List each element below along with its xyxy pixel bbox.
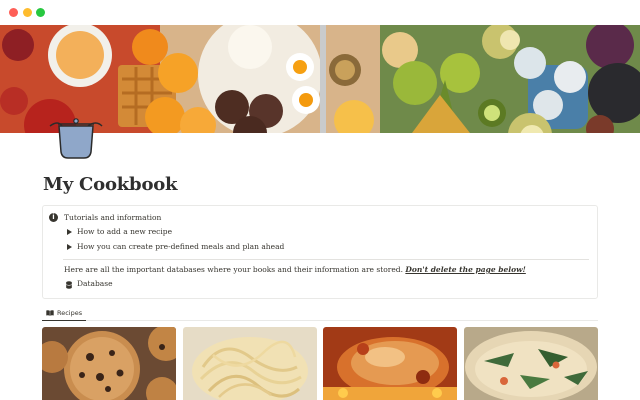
breakfast-cover-image <box>0 25 640 133</box>
view-tabbar: Recipes <box>42 305 598 321</box>
window-titlebar <box>0 0 640 25</box>
page-title[interactable]: My Cookbook <box>43 174 178 195</box>
roasted-chicken-image <box>323 327 457 400</box>
divider <box>63 259 589 260</box>
cooking-pot-icon[interactable] <box>48 118 104 160</box>
toggle-arrow-icon[interactable] <box>67 244 72 250</box>
window-minimize-button[interactable] <box>23 8 32 17</box>
callout-warning: Don't delete the page below! <box>405 265 526 274</box>
chocolate-chip-cookies-image <box>42 327 176 400</box>
recipe-card[interactable] <box>323 327 457 400</box>
info-icon: i <box>49 213 58 222</box>
creamy-soup-image <box>464 327 598 400</box>
recipe-card[interactable] <box>42 327 176 400</box>
database-icon <box>66 281 72 289</box>
spaghetti-pasta-image <box>183 327 317 400</box>
tab-label: Recipes <box>57 308 83 317</box>
toggle-label[interactable]: How you can create pre-defined meals and… <box>77 242 284 251</box>
recipe-card[interactable] <box>464 327 598 400</box>
toggle-label[interactable]: How to add a new recipe <box>77 227 172 236</box>
callout-note: Here are all the important databases whe… <box>64 265 403 274</box>
callout-heading: Tutorials and information <box>64 213 162 222</box>
callout-block: i Tutorials and information How to add a… <box>42 205 598 299</box>
database-link-label[interactable]: Database <box>77 279 113 288</box>
cover-image[interactable] <box>0 25 640 133</box>
tab-recipes[interactable]: Recipes <box>42 305 87 321</box>
window-close-button[interactable] <box>9 8 18 17</box>
callout-note-line: Here are all the important databases whe… <box>64 265 526 274</box>
window-zoom-button[interactable] <box>36 8 45 17</box>
book-icon <box>46 309 54 316</box>
recipe-card[interactable] <box>183 327 317 400</box>
toggle-arrow-icon[interactable] <box>67 229 72 235</box>
